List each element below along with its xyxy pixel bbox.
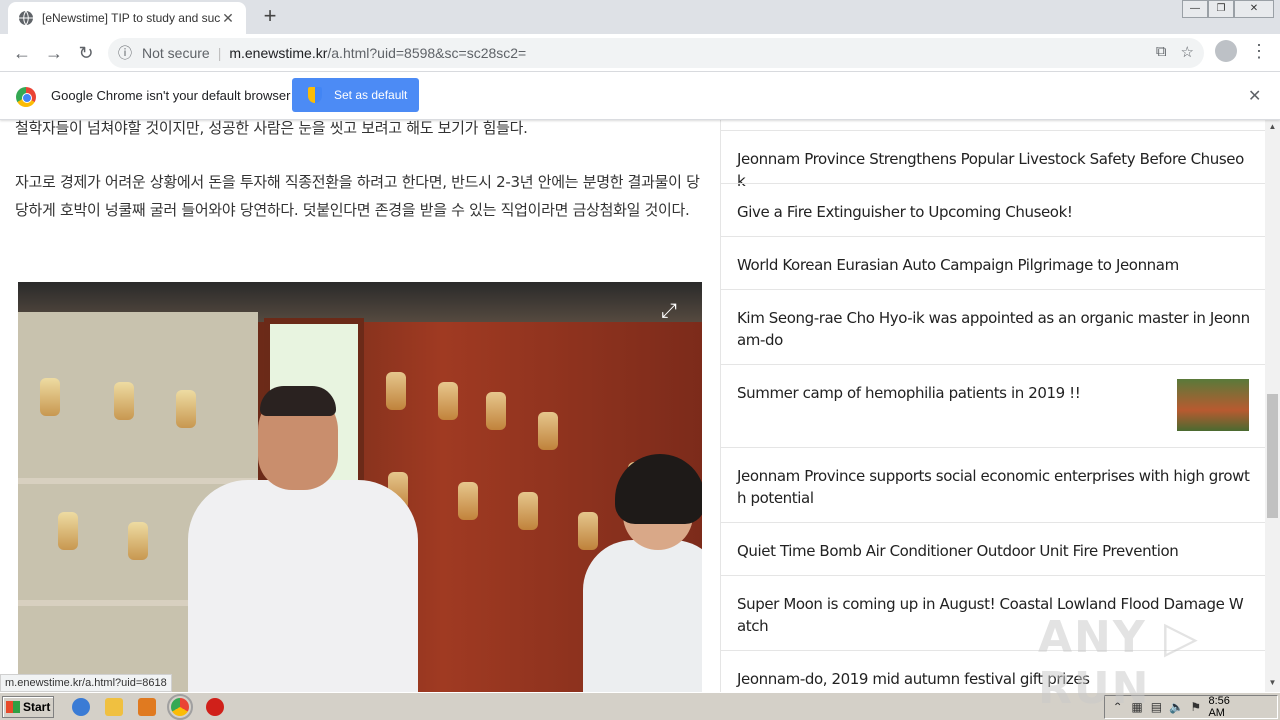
photo-jar: [438, 382, 458, 420]
tab-strip: [eNewstime] TIP to study and succe ✕ + —…: [0, 0, 1280, 34]
news-item[interactable]: Kim Seong-rae Cho Hyo-ik was appointed a…: [721, 289, 1266, 365]
expand-icon[interactable]: ⤢: [658, 300, 680, 322]
photo-jar: [486, 392, 506, 430]
security-label: Not secure: [142, 45, 210, 61]
photo-jar: [114, 382, 134, 420]
article-paragraph-2: 자고로 경제가 어려운 상황에서 돈을 투자해 직종전환을 하려고 한다면, 반…: [15, 173, 700, 219]
news-title: Kim Seong-rae Cho Hyo-ik was appointed a…: [737, 309, 1250, 349]
default-browser-infobar: Google Chrome isn't your default browser…: [0, 72, 1280, 120]
folder-icon[interactable]: [105, 698, 123, 716]
chrome-menu-icon[interactable]: ⋮: [1250, 38, 1268, 64]
infobar-message: Google Chrome isn't your default browser: [51, 88, 291, 103]
media-player-icon[interactable]: [138, 698, 156, 716]
news-item[interactable]: Jeonnam Province Strengthens Popular Liv…: [721, 130, 1266, 190]
scroll-up-arrow-icon[interactable]: ▲: [1268, 122, 1277, 131]
news-title: Jeonnam Province supports social economi…: [737, 467, 1250, 507]
photo-jar: [538, 412, 558, 450]
translate-icon[interactable]: ⧉: [1156, 43, 1167, 61]
forward-button[interactable]: →: [42, 41, 66, 65]
photo-jar: [518, 492, 538, 530]
news-title: Quiet Time Bomb Air Conditioner Outdoor …: [737, 542, 1179, 560]
article-body: 철학자들이 넘쳐야할 것이지만, 성공한 사람은 눈을 씻고 보려고 해도 보기…: [0, 120, 720, 692]
photo-jar: [40, 378, 60, 416]
vertical-scrollbar[interactable]: ▲ ▼: [1265, 120, 1280, 692]
photo-jar: [128, 522, 148, 560]
profile-avatar[interactable]: [1215, 40, 1237, 62]
news-title: World Korean Eurasian Auto Campaign Pilg…: [737, 256, 1179, 274]
chrome-taskbar-icon[interactable]: [167, 694, 193, 720]
news-title: Give a Fire Extinguisher to Upcoming Chu…: [737, 203, 1073, 221]
anyrun-watermark: ANY ▷ RUN: [1038, 612, 1200, 714]
related-news-list: Jeonnam Province Strengthens Popular Liv…: [720, 120, 1266, 692]
tab-active[interactable]: [eNewstime] TIP to study and succe ✕: [8, 2, 246, 34]
news-item[interactable]: Summer camp of hemophilia patients in 20…: [721, 364, 1266, 448]
bookmark-star-icon[interactable]: ☆: [1181, 43, 1194, 61]
browser-toolbar: ← → ↻ ⓘ Not secure | m.enewstime.kr/a.ht…: [0, 34, 1280, 72]
shield-icon: [308, 87, 322, 103]
back-button[interactable]: ←: [10, 41, 34, 65]
start-label: Start: [23, 700, 51, 714]
photo-jar: [58, 512, 78, 550]
tab-close-icon[interactable]: ✕: [220, 10, 236, 27]
news-title: Summer camp of hemophilia patients in 20…: [737, 384, 1081, 402]
scrollbar-thumb[interactable]: [1267, 394, 1278, 518]
tab-title: [eNewstime] TIP to study and succe: [42, 11, 220, 25]
status-url-bubble: m.enewstime.kr/a.html?uid=8618: [0, 674, 172, 692]
article-paragraph-1: 철학자들이 넘쳐야할 것이지만, 성공한 사람은 눈을 씻고 보려고 해도 보기…: [15, 120, 528, 137]
news-item[interactable]: Quiet Time Bomb Air Conditioner Outdoor …: [721, 522, 1266, 576]
address-bar[interactable]: ⓘ Not secure | m.enewstime.kr/a.html?uid…: [108, 38, 1204, 68]
photo-man: [188, 386, 418, 692]
start-button[interactable]: Start: [2, 696, 54, 718]
globe-icon: [19, 10, 33, 26]
info-icon[interactable]: ⓘ: [118, 43, 136, 63]
warning-app-icon[interactable]: [206, 698, 224, 716]
photo-jar: [458, 482, 478, 520]
news-item[interactable]: Jeonnam Province supports social economi…: [721, 447, 1266, 523]
news-thumbnail[interactable]: [1177, 379, 1249, 431]
web-page: 철학자들이 넘쳐야할 것이지만, 성공한 사람은 눈을 씻고 보려고 해도 보기…: [0, 120, 1280, 692]
article-photo[interactable]: ⤢: [18, 282, 702, 692]
infobar-close-icon[interactable]: ✕: [1248, 86, 1261, 106]
news-item[interactable]: Give a Fire Extinguisher to Upcoming Chu…: [721, 183, 1266, 237]
url-host: m.enewstime.kr: [229, 45, 328, 61]
restore-button[interactable]: ❐: [1208, 0, 1234, 18]
set-as-default-label: Set as default: [334, 88, 408, 102]
new-tab-button[interactable]: +: [258, 4, 282, 28]
photo-woman: [583, 454, 702, 692]
windows-flag-icon: [6, 701, 20, 713]
close-window-button[interactable]: ✕: [1234, 0, 1274, 18]
set-as-default-button[interactable]: Set as default: [292, 78, 419, 112]
chrome-logo-icon: [16, 87, 36, 107]
minimize-button[interactable]: —: [1182, 0, 1208, 18]
news-item[interactable]: World Korean Eurasian Auto Campaign Pilg…: [721, 236, 1266, 290]
reload-button[interactable]: ↻: [74, 41, 98, 65]
url-path: /a.html?uid=8598&sc=sc28sc2=: [327, 45, 527, 61]
ie-icon[interactable]: [72, 698, 90, 716]
separator: |: [217, 45, 222, 61]
